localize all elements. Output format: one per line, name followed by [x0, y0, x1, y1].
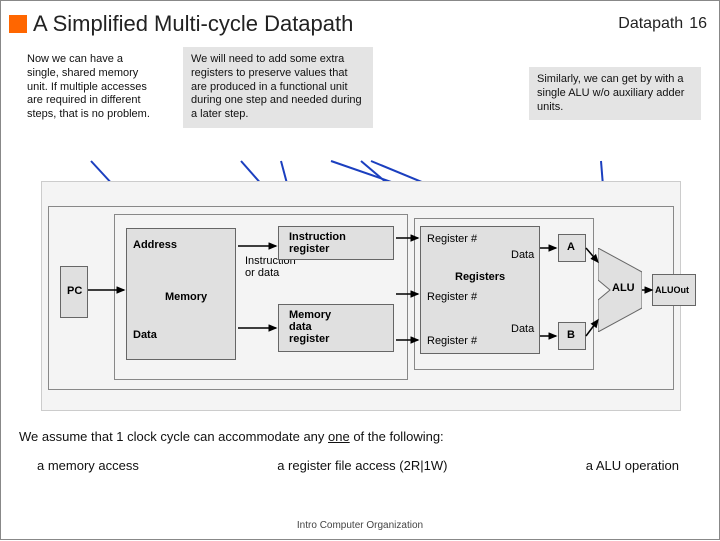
page-number: 16	[689, 15, 707, 33]
regno-label-1: Register #	[427, 233, 477, 245]
option-alu-op: a ALU operation	[586, 458, 679, 473]
b-label: B	[567, 329, 575, 341]
callout-alu: Similarly, we can get by with a single A…	[529, 67, 701, 120]
title-row: A Simplified Multi-cycle Datapath Datapa…	[1, 1, 719, 43]
footer-text: Intro Computer Organization	[1, 520, 719, 531]
memory-block: Address Memory Data Instruction or data	[126, 228, 236, 360]
data-out-label-1: Data	[511, 249, 534, 261]
slide: A Simplified Multi-cycle Datapath Datapa…	[0, 0, 720, 540]
datapath-diagram: PC Address Memory Data Instruction or da…	[41, 181, 681, 411]
callouts-region: Now we can have a single, shared memory …	[1, 43, 719, 163]
instruction-register-block: Instruction register	[278, 226, 394, 260]
regno-label-3: Register #	[427, 335, 477, 347]
callout-memory: Now we can have a single, shared memory …	[19, 47, 159, 128]
a-label: A	[567, 241, 575, 253]
address-port-label: Address	[133, 239, 177, 251]
assumption-one: one	[328, 429, 350, 444]
b-register-block: B	[558, 322, 586, 350]
memory-data-register-block: Memory data register	[278, 304, 394, 352]
section-label: Datapath	[618, 15, 683, 33]
mdr-label: Memory data register	[289, 309, 331, 345]
alu-label: ALU	[612, 282, 635, 294]
pc-block: PC	[60, 266, 88, 318]
alu-block: ALU	[598, 248, 642, 332]
callout-registers: We will need to add some extra registers…	[183, 47, 373, 128]
assumption-text: We assume that 1 clock cycle can accommo…	[19, 429, 703, 473]
aluout-block: ALUOut	[652, 274, 696, 306]
pc-label: PC	[67, 285, 82, 297]
assumption-prefix: We assume that 1 clock cycle can accommo…	[19, 429, 328, 444]
registers-block: Register # Data Registers Register # Dat…	[420, 226, 540, 354]
aluout-label: ALUOut	[655, 285, 689, 295]
page-title: A Simplified Multi-cycle Datapath	[33, 11, 618, 37]
assumption-line: We assume that 1 clock cycle can accommo…	[19, 429, 703, 444]
memory-label: Memory	[165, 291, 207, 303]
assumption-options: a memory access a register file access (…	[19, 458, 703, 473]
regno-label-2: Register #	[427, 291, 477, 303]
a-register-block: A	[558, 234, 586, 262]
data-out-label-2: Data	[511, 323, 534, 335]
registers-label: Registers	[455, 271, 505, 283]
ir-label: Instruction register	[289, 231, 346, 255]
accent-square-icon	[9, 15, 27, 33]
option-memory-access: a memory access	[37, 458, 139, 473]
option-register-access: a register file access (2R|1W)	[277, 458, 447, 473]
data-port-label: Data	[133, 329, 157, 341]
assumption-suffix: of the following:	[350, 429, 444, 444]
